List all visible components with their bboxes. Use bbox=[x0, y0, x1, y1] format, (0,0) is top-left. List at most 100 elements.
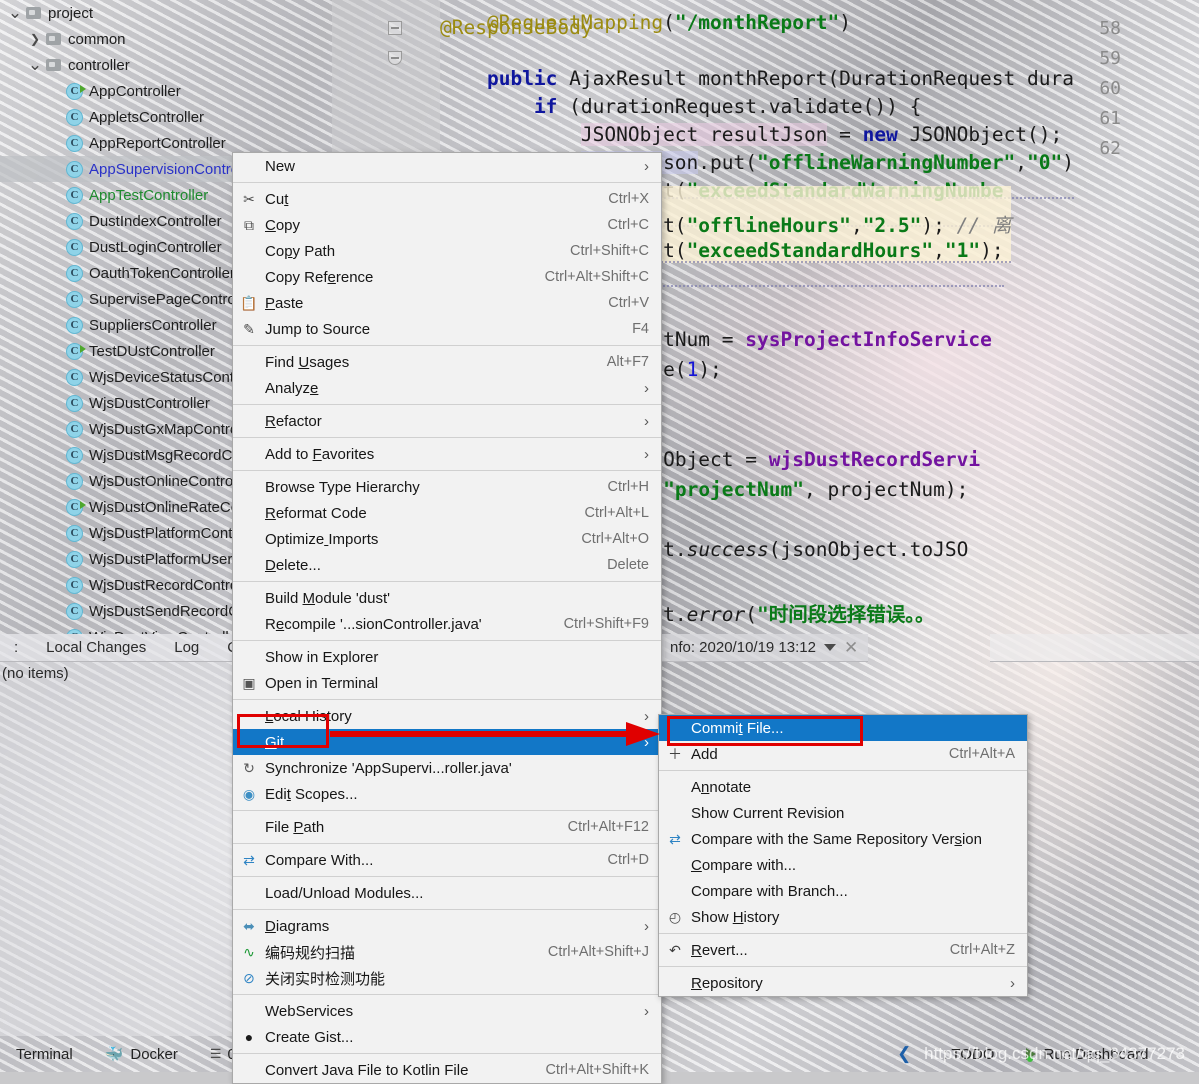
tree-item-label: project bbox=[48, 5, 93, 22]
class-icon: C bbox=[66, 551, 83, 568]
menu-item-label: WebServices bbox=[265, 1003, 353, 1020]
class-icon: C bbox=[66, 187, 83, 204]
menu-item-paste[interactable]: 📋PasteCtrl+V bbox=[233, 290, 661, 316]
context-menu[interactable]: New› ✂CutCtrl+X⧉CopyCtrl+CCopy PathCtrl+S… bbox=[232, 152, 662, 1084]
menu-item-shortcut: Delete bbox=[579, 557, 649, 573]
editor-info-bar[interactable]: nfo: 2020/10/19 13:12 ✕ bbox=[660, 634, 868, 662]
tree-item-project[interactable]: ⌄ project bbox=[0, 0, 332, 26]
chevron-down-icon[interactable] bbox=[824, 644, 836, 651]
menu-item-label: Delete... bbox=[265, 557, 321, 574]
menu-item-commit-file[interactable]: Commit File... bbox=[659, 715, 1027, 741]
menu-item-show-in-explorer[interactable]: Show in Explorer bbox=[233, 644, 661, 670]
menu-item-optimize-imports[interactable]: Optimize ImportsCtrl+Alt+O bbox=[233, 526, 661, 552]
menu-item-add-to-favorites[interactable]: Add to Favorites› bbox=[233, 441, 661, 467]
menu-item-browse-type-hierarchy[interactable]: Browse Type HierarchyCtrl+H bbox=[233, 474, 661, 500]
menu-item-shortcut: Ctrl+Alt+Shift+J bbox=[520, 944, 649, 960]
watermark: https://blog.csdn.net/qq_34377273 bbox=[924, 1044, 1185, 1064]
menu-item-open-in-terminal[interactable]: ▣Open in Terminal bbox=[233, 670, 661, 696]
menu-item-[interactable]: ⊘关闭实时检测功能 bbox=[233, 965, 661, 991]
menu-item-recompile-sioncontroller-java[interactable]: Recompile '...sionController.java'Ctrl+S… bbox=[233, 611, 661, 637]
menu-item-compare-with-the-same-repository-version[interactable]: ⇄Compare with the Same Repository Versio… bbox=[659, 826, 1027, 852]
menu-item-annotate[interactable]: Annotate bbox=[659, 774, 1027, 800]
menu-item-copy-path[interactable]: Copy PathCtrl+Shift+C bbox=[233, 238, 661, 264]
tree-item-controller[interactable]: ⌄controller bbox=[0, 52, 332, 78]
clock-icon: ◴ bbox=[666, 908, 684, 926]
menu-item-new[interactable]: New› bbox=[233, 153, 661, 179]
chevron-down-icon[interactable]: ⌄ bbox=[24, 60, 46, 70]
menu-item-refactor[interactable]: Refactor › bbox=[233, 408, 661, 434]
menu-item-label: Convert Java File to Kotlin File bbox=[265, 1062, 468, 1079]
class-icon: C bbox=[66, 265, 83, 282]
menu-item-add[interactable]: ＋AddCtrl+Alt+A bbox=[659, 741, 1027, 767]
menu-item-synchronize-appsupervi-roller-java[interactable]: ↻Synchronize 'AppSupervi...roller.java' bbox=[233, 755, 661, 781]
menu-separator bbox=[233, 810, 661, 811]
menu-item-find-usages[interactable]: Find UsagesAlt+F7 bbox=[233, 349, 661, 375]
vcs-tab-log[interactable]: Log bbox=[160, 639, 213, 656]
menu-item-label: Compare with Branch... bbox=[691, 883, 848, 900]
plus-icon: ＋ bbox=[666, 745, 684, 763]
tree-item-appcontroller[interactable]: CAppController bbox=[0, 78, 332, 104]
menu-item-webservices[interactable]: WebServices› bbox=[233, 998, 661, 1024]
menu-item-[interactable]: ∿编码规约扫描Ctrl+Alt+Shift+J bbox=[233, 939, 661, 965]
statusbar-chevron[interactable]: ❮ bbox=[881, 1044, 927, 1064]
menu-item-show-history[interactable]: ◴Show History bbox=[659, 904, 1027, 930]
tree-item-label: common bbox=[68, 31, 126, 48]
menu-item-reformat-code[interactable]: Reformat CodeCtrl+Alt+L bbox=[233, 500, 661, 526]
terminal-icon: ▣ bbox=[240, 674, 258, 692]
chevron-left-icon[interactable]: ❮ bbox=[897, 1044, 911, 1064]
tree-item-label: DustIndexController bbox=[89, 213, 222, 230]
tree-item-common[interactable]: ❯ common bbox=[0, 26, 332, 52]
close-icon[interactable]: ✕ bbox=[844, 638, 858, 658]
git-submenu[interactable]: Commit File...＋AddCtrl+Alt+A AnnotateShow… bbox=[658, 714, 1028, 997]
menu-item-delete[interactable]: Delete... Delete bbox=[233, 552, 661, 578]
menu-item-jump-to-source[interactable]: ✎Jump to SourceF4 bbox=[233, 316, 661, 342]
line-number: 60 bbox=[1081, 78, 1121, 99]
menu-item-label: Add to Favorites bbox=[265, 446, 374, 463]
menu-item-convert-java-file-to-kotlin-file[interactable]: Convert Java File to Kotlin FileCtrl+Alt… bbox=[233, 1057, 661, 1083]
menu-item-label: Refactor bbox=[265, 413, 322, 430]
class-icon: C bbox=[66, 447, 83, 464]
menu-item-copy-reference[interactable]: Copy ReferenceCtrl+Alt+Shift+C bbox=[233, 264, 661, 290]
tree-item-appletscontroller[interactable]: CAppletsController bbox=[0, 104, 332, 130]
menu-item-analyze[interactable]: Analyze› bbox=[233, 375, 661, 401]
menu-item-create-gist[interactable]: ●Create Gist... bbox=[233, 1024, 661, 1050]
class-icon: C bbox=[66, 239, 83, 256]
statusbar-docker[interactable]: 🐳 Docker bbox=[89, 1045, 194, 1063]
vcs-tab-local-changes[interactable]: Local Changes bbox=[32, 639, 160, 656]
menu-item-load-unload-modules[interactable]: Load/Unload Modules... bbox=[233, 880, 661, 906]
tree-item-label: DustLoginController bbox=[89, 239, 222, 256]
class-icon: C bbox=[66, 603, 83, 620]
code-fold-toggle[interactable] bbox=[388, 21, 402, 35]
menu-item-shortcut: Ctrl+Shift+F9 bbox=[536, 616, 649, 632]
menu-separator bbox=[233, 470, 661, 471]
menu-item-build-module-dust[interactable]: Build Module 'dust' bbox=[233, 585, 661, 611]
menu-item-file-path[interactable]: File PathCtrl+Alt+F12 bbox=[233, 814, 661, 840]
statusbar-docker-label: Docker bbox=[130, 1046, 178, 1063]
chevron-down-icon[interactable]: ⌄ bbox=[4, 8, 26, 18]
menu-item-revert[interactable]: ↶Revert...Ctrl+Alt+Z bbox=[659, 937, 1027, 963]
menu-item-label: Edit Scopes... bbox=[265, 786, 358, 803]
menu-item-local-history[interactable]: Local History› bbox=[233, 703, 661, 729]
statusbar-terminal[interactable]: Terminal bbox=[0, 1046, 89, 1063]
menu-item-label: Compare with... bbox=[691, 857, 796, 874]
menu-item-cut[interactable]: ✂CutCtrl+X bbox=[233, 186, 661, 212]
chevron-right-icon: › bbox=[622, 159, 649, 174]
menu-item-diagrams[interactable]: ⬌Diagrams› bbox=[233, 913, 661, 939]
menu-item-compare-with-branch[interactable]: Compare with Branch... bbox=[659, 878, 1027, 904]
chevron-right-icon[interactable]: ❯ bbox=[24, 32, 46, 46]
menu-item-show-current-revision[interactable]: Show Current Revision bbox=[659, 800, 1027, 826]
menu-item-shortcut: Ctrl+Alt+A bbox=[921, 746, 1015, 762]
menu-item-edit-scopes[interactable]: ◉Edit Scopes... bbox=[233, 781, 661, 807]
code-fold-toggle[interactable] bbox=[388, 51, 402, 65]
sync-icon: ↻ bbox=[240, 759, 258, 777]
messages-icon: ☰ bbox=[210, 1046, 221, 1062]
chevron-right-icon: › bbox=[622, 414, 649, 429]
scan-icon: ∿ bbox=[240, 943, 258, 961]
chevron-right-icon: › bbox=[988, 976, 1015, 991]
menu-item-repository[interactable]: Repository› bbox=[659, 970, 1027, 996]
menu-item-compare-with[interactable]: Compare with... bbox=[659, 852, 1027, 878]
menu-item-compare-with[interactable]: ⇄Compare With...Ctrl+D bbox=[233, 847, 661, 873]
compare-icon: ⇄ bbox=[666, 830, 684, 848]
menu-item-copy[interactable]: ⧉CopyCtrl+C bbox=[233, 212, 661, 238]
tree-item-label: AppTestController bbox=[89, 187, 208, 204]
